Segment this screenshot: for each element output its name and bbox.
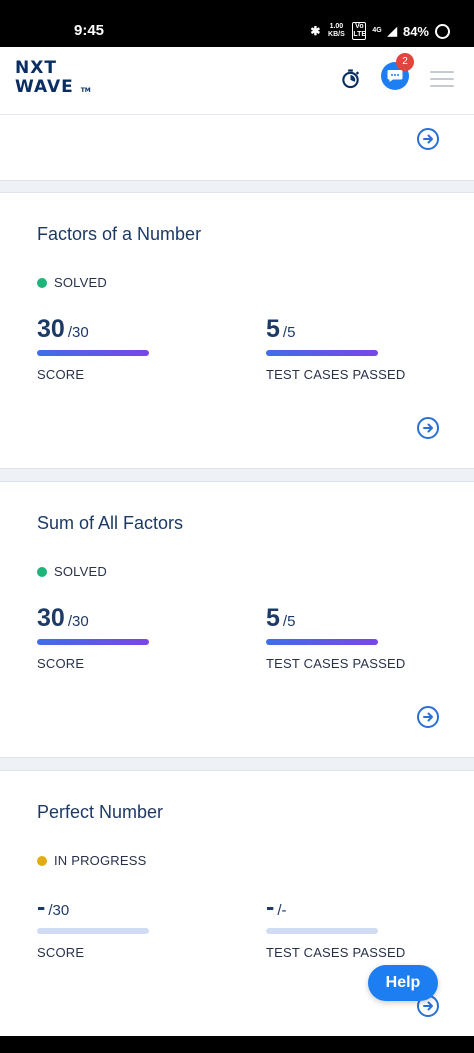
open-problem-arrow-icon[interactable] (417, 128, 439, 150)
score-label: SCORE (37, 367, 85, 382)
status-label: SOLVED (54, 564, 107, 579)
status-label: IN PROGRESS (54, 853, 147, 868)
test-cases-value: 5 (266, 315, 280, 343)
score-value: 30 (37, 604, 65, 632)
chat-icon (387, 70, 403, 82)
test-cases-label: TEST CASES PASSED (266, 367, 406, 382)
test-cases-total: /- (277, 902, 287, 919)
score-label: SCORE (37, 656, 85, 671)
test-cases-metric: -/- TEST CASES PASSED (266, 893, 405, 960)
battery-ring-icon (435, 23, 450, 39)
score-total: /30 (67, 613, 89, 630)
test-cases-value: 5 (266, 604, 280, 632)
score-value: - (37, 893, 46, 921)
problem-title: Factors of a Number (37, 224, 202, 244)
score-metric: -/30 SCORE (37, 893, 149, 960)
battery-level: 84% (402, 23, 429, 39)
volte-icon: Vo LTE (352, 22, 367, 40)
test-cases-progress-bar (266, 928, 378, 934)
score-value: 30 (37, 315, 65, 343)
test-cases-total: /5 (282, 613, 296, 630)
score-metric: 30/30 SCORE (37, 604, 149, 671)
open-problem-arrow-icon[interactable] (417, 706, 439, 728)
notification-badge: 2 (396, 53, 414, 71)
open-problem-arrow-icon[interactable] (417, 417, 439, 439)
problem-status: SOLVED (37, 564, 107, 579)
status-label: SOLVED (54, 275, 107, 290)
test-cases-progress-bar (266, 350, 378, 356)
status-bar: 9:45 ✱ 1.00 KB/S Vo LTE 4G ◢ 84% (0, 0, 474, 47)
problem-title: Perfect Number (37, 802, 164, 822)
test-cases-value: - (266, 893, 275, 921)
logo-line2: WAVE (15, 77, 74, 97)
problem-status: SOLVED (37, 275, 107, 290)
status-icons: ✱ 1.00 KB/S Vo LTE 4G ◢ 84% (310, 22, 450, 40)
test-cases-metric: 5/5 TEST CASES PASSED (266, 315, 405, 382)
system-navigation-bar (0, 1036, 474, 1053)
score-total: /30 (48, 902, 70, 919)
nxtwave-logo[interactable]: NXT WAVE TM (15, 59, 91, 100)
status-dot (37, 566, 47, 577)
clock: 9:45 (74, 22, 105, 39)
score-metric: 30/30 SCORE (37, 315, 149, 382)
help-button[interactable]: Help (368, 965, 438, 1001)
test-cases-label: TEST CASES PASSED (266, 945, 406, 960)
test-cases-progress-bar (266, 639, 378, 645)
logo-tm: TM (80, 87, 91, 94)
status-dot (37, 855, 47, 866)
test-cases-metric: 5/5 TEST CASES PASSED (266, 604, 405, 671)
problem-status: IN PROGRESS (37, 853, 147, 868)
app-header: NXT WAVE TM 2 (0, 47, 474, 115)
score-total: /30 (67, 324, 89, 341)
problem-card: Factors of a Number SOLVED 30/30 SCORE 5… (0, 192, 474, 469)
score-progress-bar (37, 350, 149, 356)
score-progress-bar (37, 639, 149, 645)
stopwatch-icon[interactable] (340, 68, 361, 89)
problem-card-previous (0, 115, 474, 181)
hamburger-menu-icon[interactable] (430, 71, 454, 87)
logo-line1: NXT (15, 58, 57, 78)
score-label: SCORE (37, 945, 85, 960)
score-progress-bar (37, 928, 149, 934)
network-type: 4G (372, 27, 382, 34)
test-cases-total: /5 (282, 324, 296, 341)
status-dot (37, 277, 47, 288)
signal-icon: ◢ (387, 24, 397, 38)
problem-card: Sum of All Factors SOLVED 30/30 SCORE 5/… (0, 481, 474, 758)
network-speed: 1.00 KB/S (328, 23, 345, 38)
bluetooth-icon: ✱ (310, 24, 321, 38)
test-cases-label: TEST CASES PASSED (266, 656, 406, 671)
problem-title: Sum of All Factors (37, 513, 184, 533)
